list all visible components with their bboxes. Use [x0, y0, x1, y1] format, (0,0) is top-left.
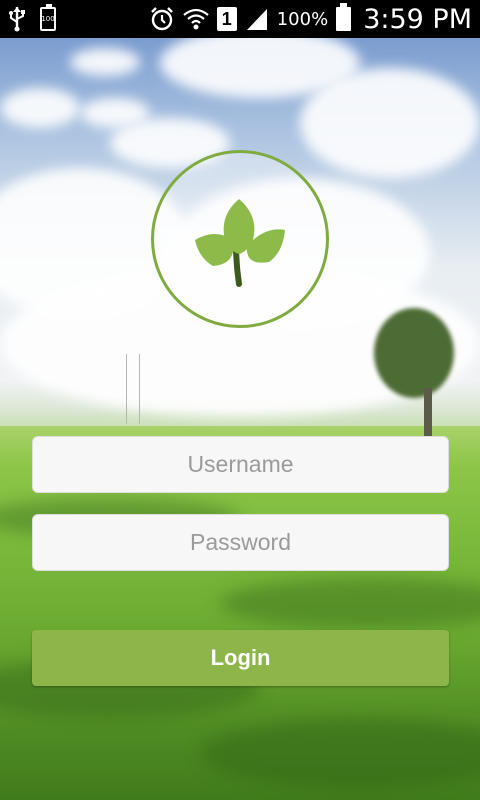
battery-percent: 100% [276, 8, 329, 30]
status-bar: 100 1 100% 3:59 PM [0, 0, 480, 38]
alarm-icon [149, 6, 175, 32]
tree [374, 308, 454, 398]
sim-icon: 1 [216, 7, 237, 31]
login-button[interactable]: Login [32, 630, 449, 686]
leaf-icon [195, 199, 285, 287]
battery-small-text: 100 [41, 15, 55, 23]
battery-icon [336, 3, 352, 31]
username-field[interactable] [32, 436, 449, 493]
password-field[interactable] [32, 514, 449, 571]
usb-icon [8, 6, 26, 32]
battery-saver-icon: 100 [40, 4, 56, 31]
signal-icon [245, 7, 269, 31]
wifi-icon [183, 7, 209, 31]
app-logo [151, 150, 329, 328]
clock: 3:59 PM [363, 3, 472, 35]
